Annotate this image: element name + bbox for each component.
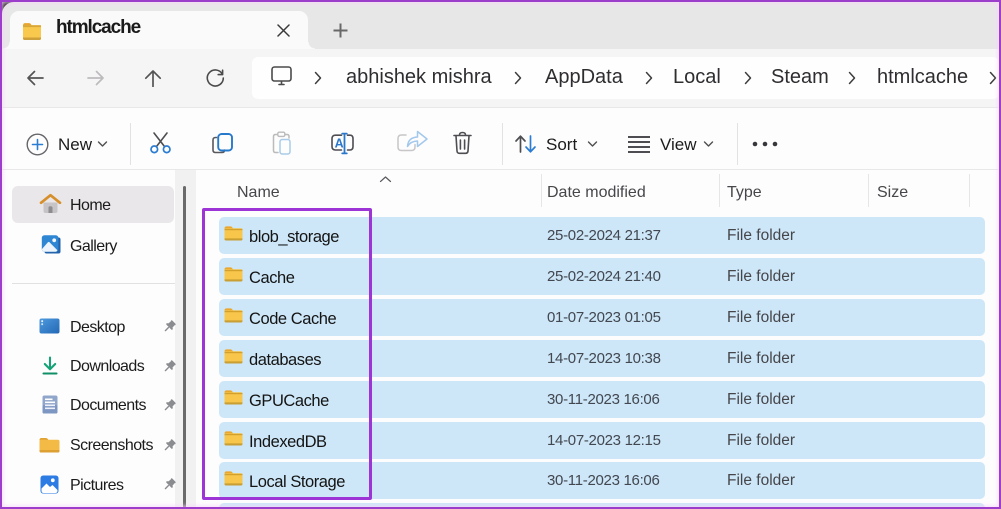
svg-text:A: A [335,136,344,150]
